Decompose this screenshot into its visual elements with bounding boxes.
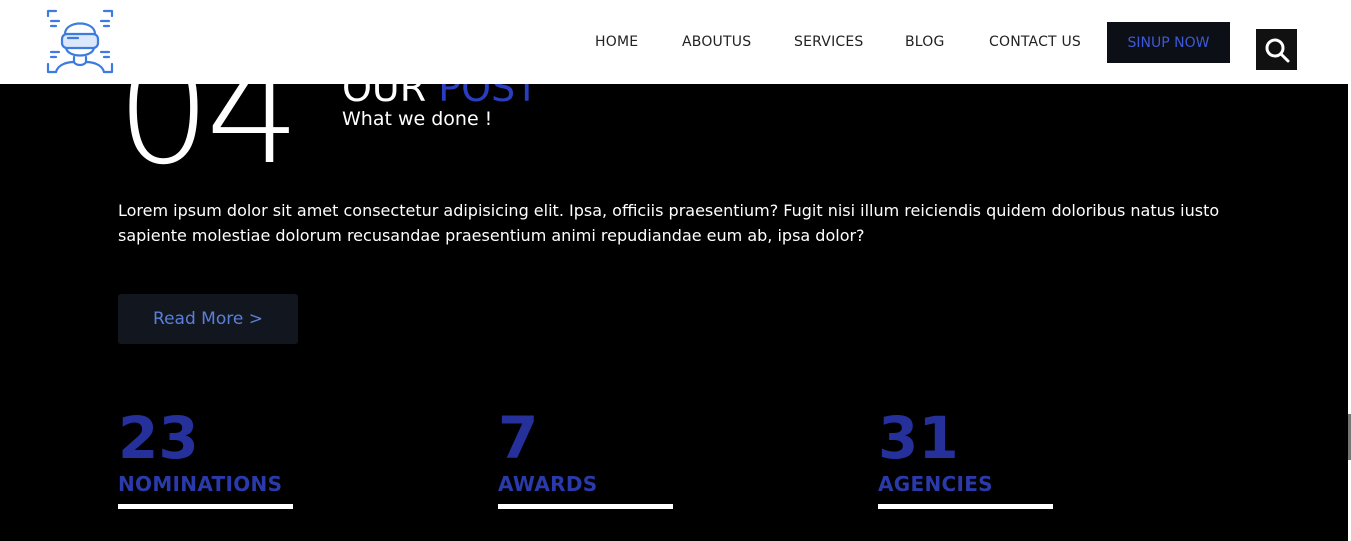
stat-value: 23 (118, 404, 199, 472)
stat-awards: 7 AWARDS (498, 404, 738, 509)
stat-underline (498, 504, 673, 509)
stat-value: 31 (878, 404, 959, 472)
section-paragraph: Lorem ipsum dolor sit amet consectetur a… (118, 201, 1220, 245)
stat-value: 7 (498, 404, 539, 472)
navbar: HOME ABOUTUS SERVICES BLOG CONTACT US SI… (0, 0, 1351, 84)
signup-button[interactable]: SINUP NOW (1107, 22, 1230, 63)
stat-underline (118, 504, 293, 509)
nav-aboutus[interactable]: ABOUTUS (682, 34, 751, 50)
vr-headset-person-icon[interactable] (46, 8, 114, 76)
stat-label: AGENCIES (878, 472, 993, 496)
search-button[interactable] (1256, 29, 1297, 70)
nav-blog[interactable]: BLOG (905, 34, 945, 50)
read-more-button[interactable]: Read More > (118, 294, 298, 344)
stat-label: AWARDS (498, 472, 598, 496)
nav-contact-us[interactable]: CONTACT US (989, 34, 1081, 50)
stat-nominations: 23 NOMINATIONS (118, 404, 358, 509)
section-subtitle: What we done ! (342, 108, 493, 130)
nav-services[interactable]: SERVICES (794, 34, 864, 50)
stat-agencies: 31 AGENCIES (878, 404, 1118, 509)
nav-home[interactable]: HOME (595, 34, 638, 50)
stat-underline (878, 504, 1053, 509)
search-icon (1265, 38, 1289, 62)
stat-label: NOMINATIONS (118, 472, 283, 496)
